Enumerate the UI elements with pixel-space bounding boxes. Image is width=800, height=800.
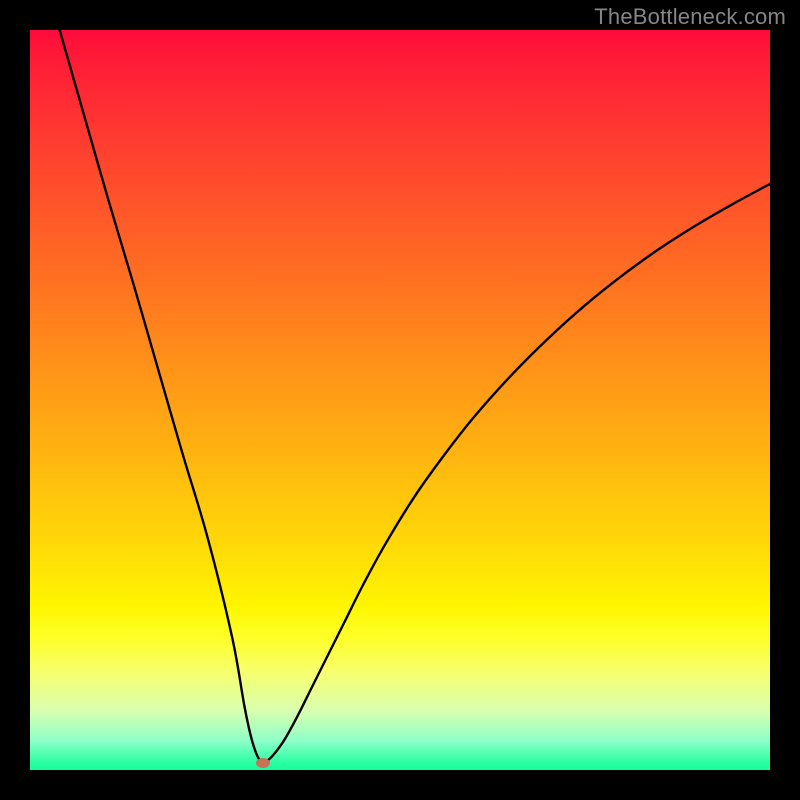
min-point-marker (256, 758, 270, 768)
chart-plot-area (30, 30, 770, 770)
bottleneck-curve (30, 30, 770, 770)
watermark-label: TheBottleneck.com (594, 4, 786, 30)
